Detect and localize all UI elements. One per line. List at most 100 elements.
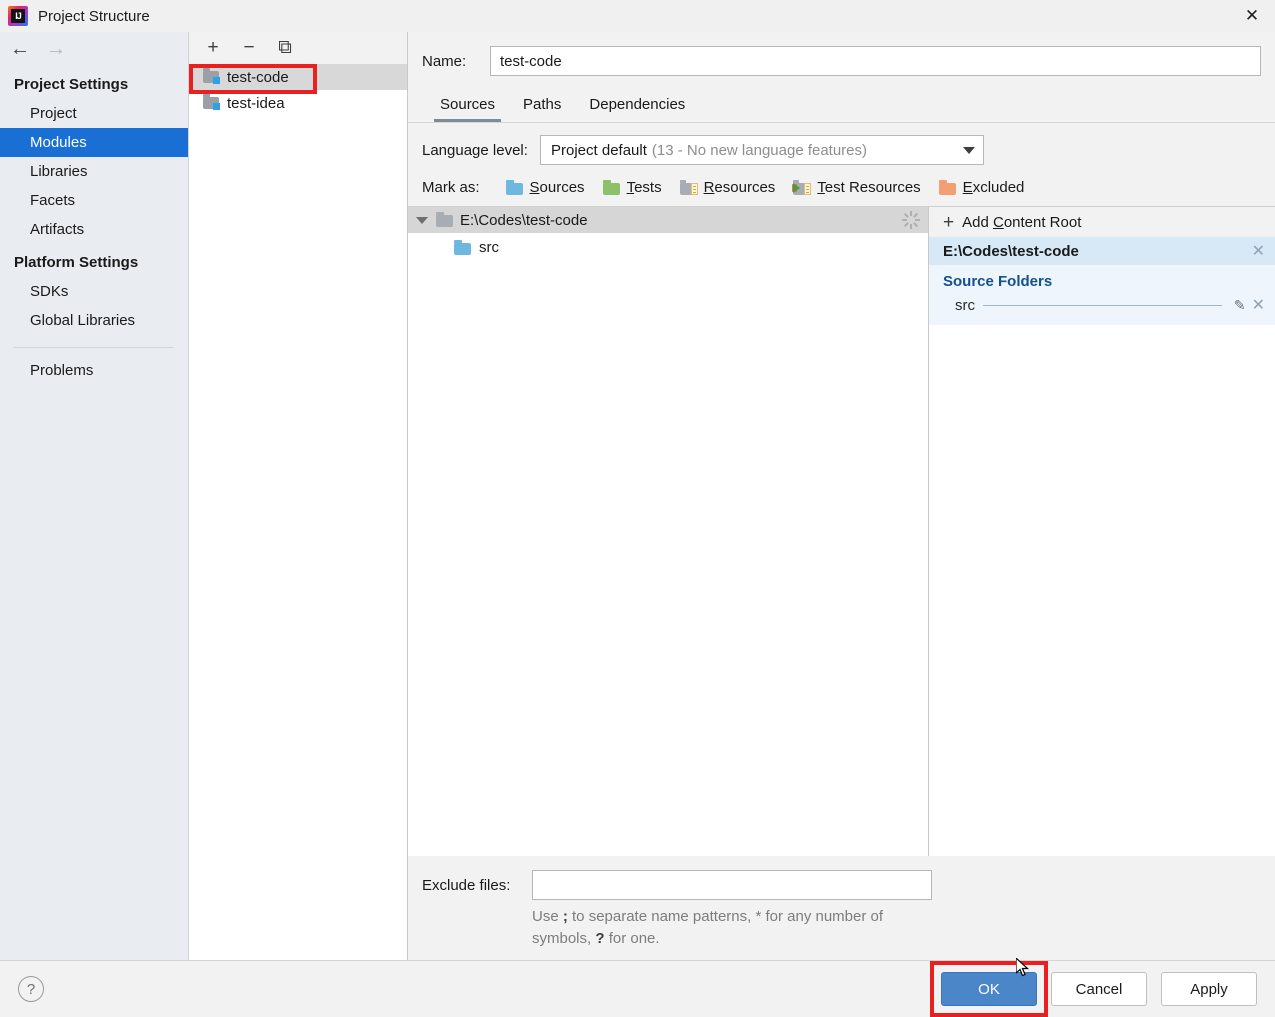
sidebar-item-sdks[interactable]: SDKs — [0, 277, 188, 306]
mouse-cursor-icon — [1016, 958, 1030, 978]
close-icon[interactable]: ✕ — [1229, 0, 1275, 32]
mark-as-excluded-mnemonic: E — [963, 179, 973, 196]
apply-button[interactable]: Apply — [1161, 972, 1257, 1006]
hint-part-2: to separate name patterns, * for any num… — [532, 908, 883, 947]
add-content-root-mnemonic: C — [993, 214, 1004, 231]
exclude-files-input[interactable] — [532, 870, 932, 900]
window-title: Project Structure — [38, 8, 150, 25]
mark-as-tests-label: ests — [634, 179, 662, 196]
mark-as-sources-label: ources — [540, 179, 585, 196]
tab-paths[interactable]: Paths — [509, 90, 575, 122]
module-name-input[interactable] — [490, 46, 1261, 76]
resources-folder-icon — [680, 181, 698, 195]
language-level-row: Language level: Project default (13 - No… — [408, 123, 1275, 165]
mark-as-test-resources-mnemonic: T — [817, 179, 825, 196]
back-arrow-icon[interactable]: ← — [10, 39, 30, 59]
language-level-select[interactable]: Project default (13 - No new language fe… — [540, 135, 984, 165]
content-root-entry[interactable]: E:\Codes\test-code ✕ — [929, 237, 1275, 265]
cancel-button[interactable]: Cancel — [1051, 972, 1147, 1006]
plus-icon: + — [943, 213, 954, 232]
tab-dependencies[interactable]: Dependencies — [575, 90, 699, 122]
mark-as-excluded-label: xcluded — [973, 179, 1025, 196]
sidebar-group-platform-settings: Platform Settings — [0, 244, 188, 277]
mark-as-resources-label: esources — [714, 179, 775, 196]
dialog-buttons: OK Cancel Apply — [941, 972, 1257, 1006]
module-toolbar: + − ⧉ — [189, 32, 407, 64]
intellij-logo-text: IJ — [11, 9, 25, 23]
sidebar-item-modules[interactable]: Modules — [0, 128, 188, 157]
source-folder-label: src — [955, 297, 975, 314]
mark-as-resources-button[interactable]: Resources — [680, 179, 776, 196]
module-folder-icon — [203, 96, 220, 110]
module-editor-panel: Name: Sources Paths Dependencies Languag… — [408, 32, 1275, 960]
excluded-folder-icon — [939, 181, 957, 195]
settings-sidebar: ← → Project Settings Project Modules Lib… — [0, 32, 189, 960]
language-level-value: Project default — [551, 142, 647, 159]
tree-root-row[interactable]: E:\Codes\test-code — [408, 207, 928, 233]
remove-source-folder-icon[interactable]: ✕ — [1252, 295, 1265, 315]
exclude-files-label: Exclude files: — [422, 877, 532, 894]
test-resources-folder-icon — [793, 181, 811, 195]
ok-button-wrapper: OK — [941, 972, 1037, 1006]
exclude-files-area: Exclude files: Use ; to separate name pa… — [408, 856, 1275, 960]
language-level-detail: (13 - No new language features) — [652, 142, 867, 159]
project-structure-dialog: IJ Project Structure ✕ ← → Project Setti… — [0, 0, 1275, 1017]
remove-content-root-icon[interactable]: ✕ — [1252, 241, 1265, 261]
hint-part-3: for one. — [605, 930, 660, 947]
copy-module-icon[interactable]: ⧉ — [275, 38, 295, 58]
add-content-root-prefix: Add — [962, 214, 993, 231]
exclude-files-row: Exclude files: — [422, 870, 1261, 900]
editor-tabs: Sources Paths Dependencies — [408, 76, 1275, 122]
sidebar-item-facets[interactable]: Facets — [0, 186, 188, 215]
mark-as-sources-mnemonic: S — [530, 179, 540, 196]
source-folder-item[interactable]: src ✎ ✕ — [943, 295, 1265, 315]
help-icon[interactable]: ? — [18, 976, 44, 1002]
sidebar-group-project-settings: Project Settings — [0, 66, 188, 99]
forward-arrow-icon: → — [46, 39, 66, 59]
module-name: test-idea — [227, 95, 285, 112]
add-content-root-label: ontent Root — [1004, 214, 1082, 231]
collapse-triangle-icon[interactable] — [416, 217, 428, 224]
sidebar-item-project[interactable]: Project — [0, 99, 188, 128]
add-module-icon[interactable]: + — [203, 38, 223, 58]
edit-pencil-icon[interactable]: ✎ — [1234, 297, 1246, 314]
chevron-down-icon — [963, 147, 975, 154]
content-roots-panel: + Add Content Root E:\Codes\test-code ✕ … — [929, 207, 1275, 856]
hint-part-1: Use — [532, 908, 563, 925]
content-root-tree: E:\Codes\test-code src — [408, 207, 929, 856]
mark-as-test-resources-button[interactable]: Test Resources — [793, 179, 920, 196]
sidebar-item-libraries[interactable]: Libraries — [0, 157, 188, 186]
mark-as-resources-mnemonic: R — [704, 179, 715, 196]
mark-as-tests-mnemonic: T — [627, 179, 635, 196]
tree-item-label: src — [479, 239, 499, 256]
module-list-panel: + − ⧉ test-code test-idea — [189, 32, 408, 960]
title-bar: IJ Project Structure ✕ — [0, 0, 1275, 32]
dialog-button-bar: ? OK Cancel Apply — [0, 960, 1275, 1017]
nav-arrows: ← → — [0, 32, 188, 66]
sources-folder-icon — [506, 181, 524, 195]
intellij-logo-icon: IJ — [8, 6, 28, 26]
mark-as-sources-button[interactable]: Sources — [506, 179, 585, 196]
sidebar-divider — [14, 347, 174, 348]
sidebar-item-problems[interactable]: Problems — [0, 356, 188, 385]
tree-item-src[interactable]: src — [408, 233, 928, 256]
mark-as-excluded-button[interactable]: Excluded — [939, 179, 1025, 196]
source-folder-rule — [983, 305, 1222, 306]
module-list-item-test-idea[interactable]: test-idea — [189, 90, 407, 116]
tab-sources[interactable]: Sources — [426, 90, 509, 122]
dialog-body: ← → Project Settings Project Modules Lib… — [0, 32, 1275, 960]
mark-as-tests-button[interactable]: Tests — [603, 179, 662, 196]
remove-module-icon[interactable]: − — [239, 38, 259, 58]
module-list-item-test-code[interactable]: test-code — [189, 64, 407, 90]
module-folder-icon — [203, 70, 220, 84]
module-name: test-code — [227, 69, 289, 86]
mark-as-label: Mark as: — [422, 179, 480, 196]
module-name-label: Name: — [422, 53, 490, 70]
sidebar-item-artifacts[interactable]: Artifacts — [0, 215, 188, 244]
loading-spinner-icon — [902, 211, 920, 229]
add-content-root-button[interactable]: + Add Content Root — [929, 207, 1275, 237]
module-name-row: Name: — [408, 32, 1275, 76]
language-level-label: Language level: — [422, 142, 540, 159]
root-folder-icon — [436, 213, 454, 227]
sidebar-item-global-libraries[interactable]: Global Libraries — [0, 306, 188, 335]
